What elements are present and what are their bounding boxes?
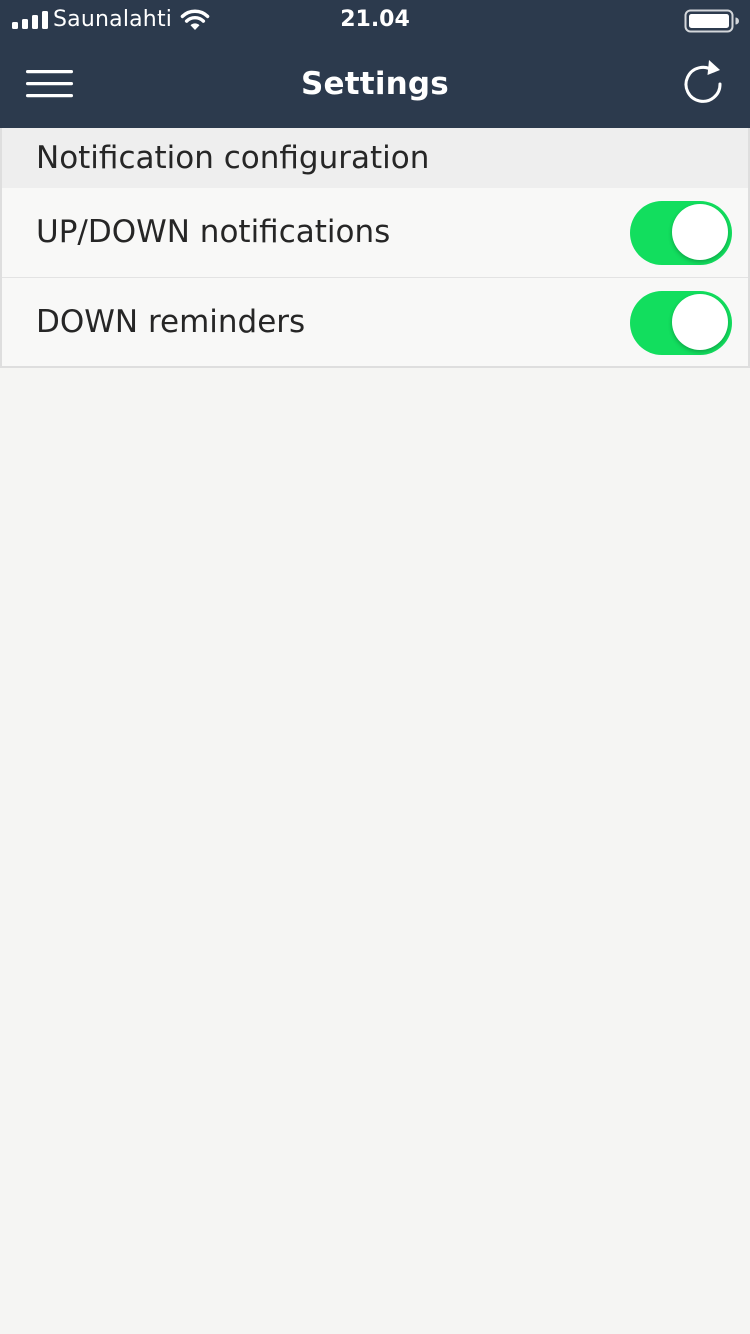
navigation-bar: Settings	[0, 40, 750, 128]
toggle-knob	[672, 204, 728, 260]
down-reminders-toggle[interactable]	[630, 291, 732, 355]
top-bar: Saunalahti 21.04 Settings	[0, 0, 750, 128]
settings-list: UP/DOWN notifications DOWN reminders	[0, 188, 750, 368]
setting-row-down-reminders: DOWN reminders	[2, 277, 748, 366]
toggle-knob	[672, 294, 728, 350]
setting-label: UP/DOWN notifications	[36, 214, 391, 250]
setting-row-up-down-notifications: UP/DOWN notifications	[2, 188, 748, 277]
page-title: Settings	[301, 66, 449, 102]
status-time: 21.04	[340, 7, 410, 32]
setting-label: DOWN reminders	[36, 304, 306, 340]
refresh-icon	[684, 60, 722, 103]
status-bar: Saunalahti 21.04	[0, 0, 750, 40]
refresh-button[interactable]	[676, 56, 732, 112]
up-down-notifications-toggle[interactable]	[630, 201, 732, 265]
section-header-notification-configuration: Notification configuration	[0, 128, 750, 188]
battery-icon	[684, 9, 739, 33]
settings-content: Notification configuration UP/DOWN notif…	[0, 128, 750, 368]
